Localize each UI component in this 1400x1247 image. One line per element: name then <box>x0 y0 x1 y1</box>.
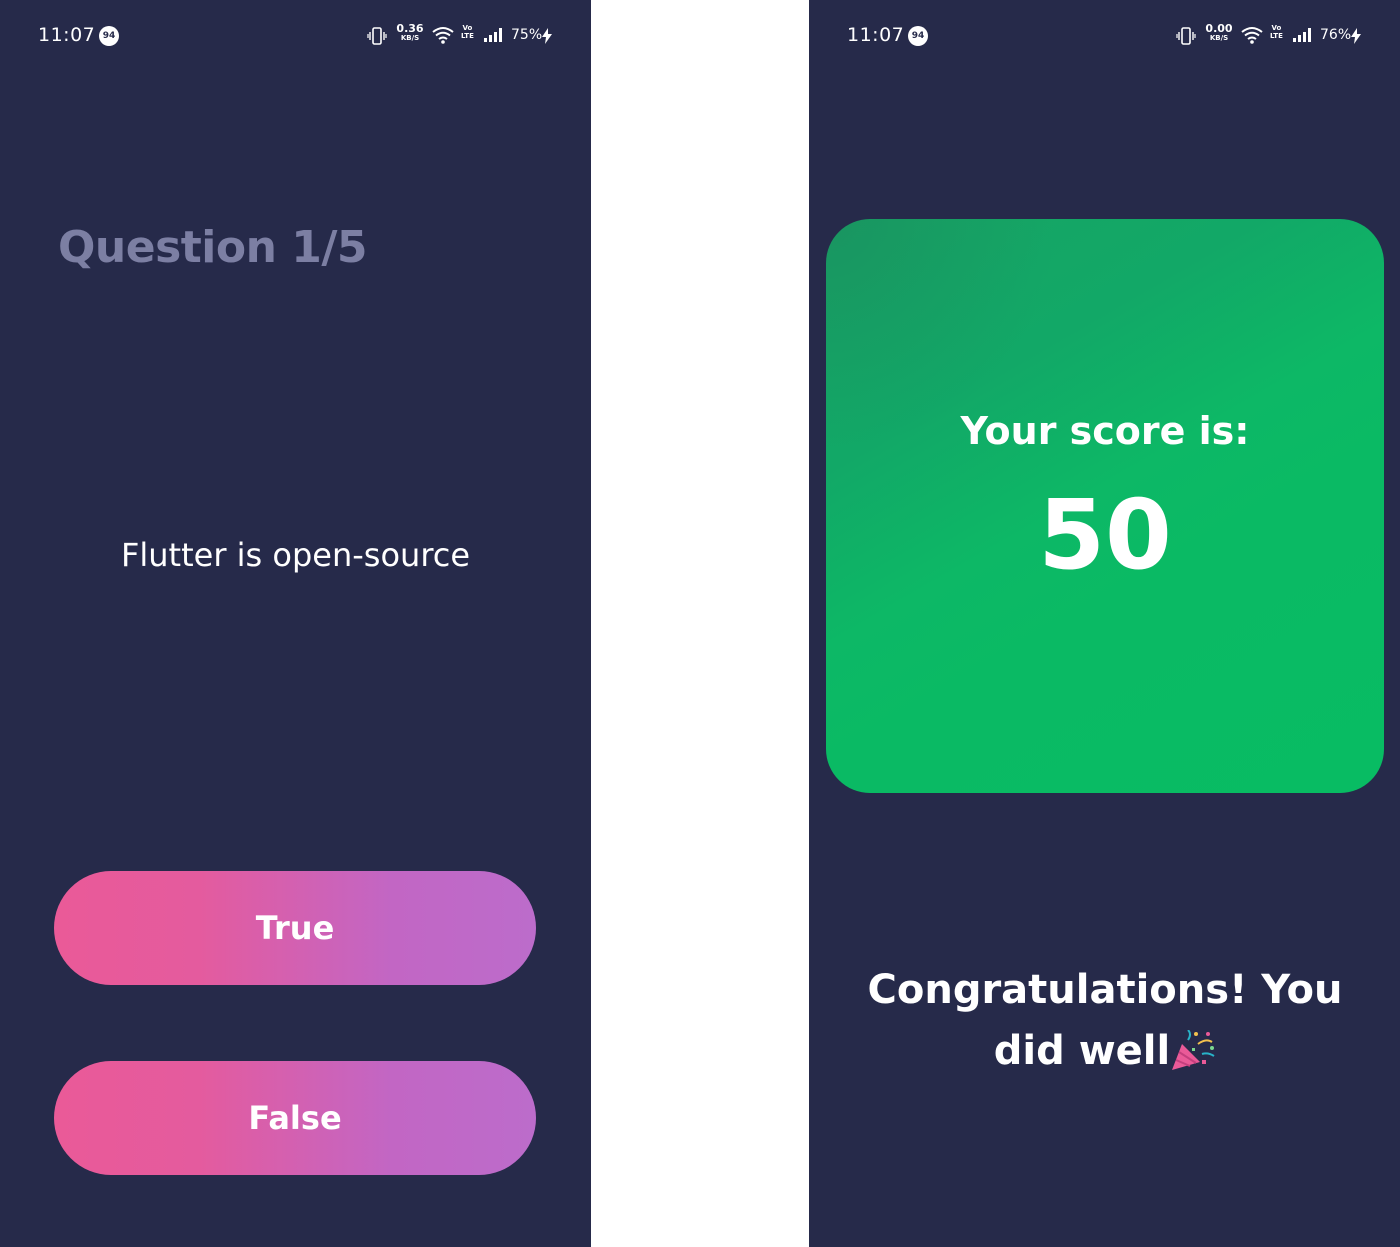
signal-icon <box>484 28 502 42</box>
battery-percent: 75% <box>511 27 543 43</box>
question-text: Flutter is open-source <box>120 536 471 574</box>
quiz-screen: 11:07 94 0.36 KB/S Vo LTE 75% Question 1… <box>0 0 591 1247</box>
status-bar: 11:07 94 0.00 KB/S Vo LTE 76% <box>809 18 1400 54</box>
score-label: Your score is: <box>960 409 1250 453</box>
volte-line2: LTE <box>1270 31 1283 40</box>
congratulations-message: Congratulations! You did well <box>831 960 1379 1082</box>
wifi-icon <box>1241 27 1263 44</box>
network-speed-unit: KB/S <box>400 34 420 42</box>
charging-bolt-icon <box>542 28 552 44</box>
score-card: Your score is: 50 <box>826 219 1384 793</box>
status-time: 11:07 <box>38 24 96 46</box>
congratulations-text: Congratulations! You did well <box>867 967 1343 1074</box>
status-bar: 11:07 94 0.36 KB/S Vo LTE 75% <box>0 18 591 54</box>
signal-icon <box>1293 28 1311 42</box>
network-speed: 0.00 KB/S <box>1205 23 1233 42</box>
vibrate-icon <box>1176 27 1196 45</box>
party-popper-icon <box>1172 1030 1215 1070</box>
volte-icon: Vo LTE <box>1270 24 1283 40</box>
battery-percent: 76% <box>1320 27 1352 43</box>
notification-badge: 94 <box>908 26 928 46</box>
volte-icon: Vo LTE <box>461 24 474 40</box>
true-button[interactable]: True <box>54 871 536 985</box>
charging-bolt-icon <box>1351 28 1361 44</box>
false-button[interactable]: False <box>54 1061 536 1175</box>
network-speed: 0.36 KB/S <box>396 23 424 42</box>
volte-line2: LTE <box>461 31 474 40</box>
question-number: Question 1/5 <box>58 222 368 273</box>
score-value: 50 <box>1038 479 1172 591</box>
network-speed-value: 0.00 <box>1205 22 1233 35</box>
status-time: 11:07 <box>847 24 905 46</box>
wifi-icon <box>432 27 454 44</box>
network-speed-value: 0.36 <box>396 22 424 35</box>
network-speed-unit: KB/S <box>1209 34 1229 42</box>
vibrate-icon <box>367 27 387 45</box>
notification-badge: 94 <box>99 26 119 46</box>
result-screen: 11:07 94 0.00 KB/S Vo LTE 76% Your score… <box>809 0 1400 1247</box>
